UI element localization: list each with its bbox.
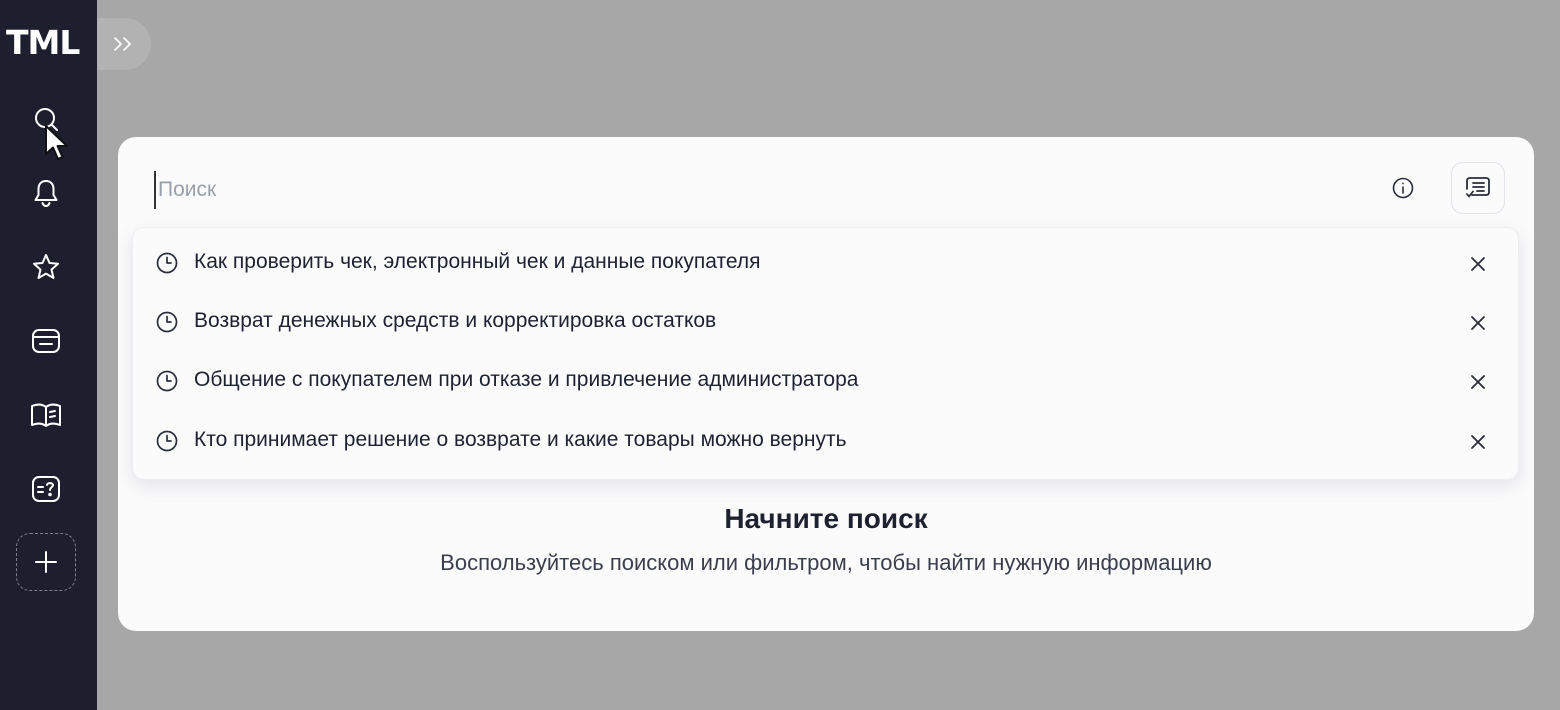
clock-icon bbox=[156, 311, 178, 333]
sidebar-add-button[interactable] bbox=[16, 533, 76, 591]
remove-history-button[interactable] bbox=[1467, 312, 1489, 334]
clock-icon bbox=[156, 252, 178, 274]
close-icon bbox=[1471, 316, 1485, 330]
search-history-dropdown: Как проверить чек, электронный чек и дан… bbox=[132, 227, 1519, 480]
history-item-label: Возврат денежных средств и корректировка… bbox=[194, 309, 717, 332]
plus-icon bbox=[35, 551, 57, 573]
history-item[interactable]: Кто принимает решение о возврате и какие… bbox=[133, 416, 1518, 466]
history-item-label: Как проверить чек, электронный чек и дан… bbox=[194, 250, 761, 273]
star-icon bbox=[33, 254, 59, 279]
empty-state-title: Начните поиск bbox=[724, 503, 928, 534]
app-logo: TML bbox=[6, 23, 80, 62]
history-item[interactable]: Как проверить чек, электронный чек и дан… bbox=[133, 238, 1518, 288]
double-chevron-right-icon bbox=[114, 37, 131, 51]
empty-state-subtitle: Воспользуйтесь поиском или фильтром, что… bbox=[440, 550, 1212, 575]
sidebar-item-favorites[interactable] bbox=[24, 245, 68, 289]
remove-history-button[interactable] bbox=[1467, 371, 1489, 393]
book-icon bbox=[31, 403, 61, 427]
remove-history-button[interactable] bbox=[1467, 253, 1489, 275]
search-panel: Как проверить чек, электронный чек и дан… bbox=[118, 137, 1534, 631]
history-item-label: Общение с покупателем при отказе и привл… bbox=[194, 368, 859, 391]
sidebar-item-knowledge[interactable] bbox=[24, 393, 68, 437]
close-icon bbox=[1471, 435, 1485, 449]
bell-icon bbox=[34, 180, 58, 207]
filter-list-icon bbox=[1466, 177, 1490, 198]
history-item[interactable]: Общение с покупателем при отказе и привл… bbox=[133, 356, 1518, 406]
history-item-label: Кто принимает решение о возврате и какие… bbox=[194, 428, 847, 451]
card-icon bbox=[32, 329, 60, 353]
history-item[interactable]: Возврат денежных средств и корректировка… bbox=[133, 297, 1518, 347]
sidebar-item-faq[interactable] bbox=[24, 467, 68, 511]
search-input[interactable] bbox=[154, 171, 1360, 209]
clock-icon bbox=[156, 430, 178, 452]
info-icon bbox=[1392, 177, 1414, 199]
question-card-icon bbox=[32, 476, 60, 502]
info-button[interactable] bbox=[1391, 176, 1415, 200]
close-icon bbox=[1471, 257, 1485, 271]
sidebar-item-cards[interactable] bbox=[24, 319, 68, 363]
remove-history-button[interactable] bbox=[1467, 431, 1489, 453]
mouse-cursor-icon bbox=[45, 125, 68, 160]
filter-button[interactable] bbox=[1451, 162, 1505, 214]
sidebar-expand-button[interactable] bbox=[97, 18, 151, 70]
sidebar: TML bbox=[0, 0, 97, 710]
sidebar-item-notifications[interactable] bbox=[24, 171, 68, 215]
clock-icon bbox=[156, 370, 178, 392]
close-icon bbox=[1471, 375, 1485, 389]
